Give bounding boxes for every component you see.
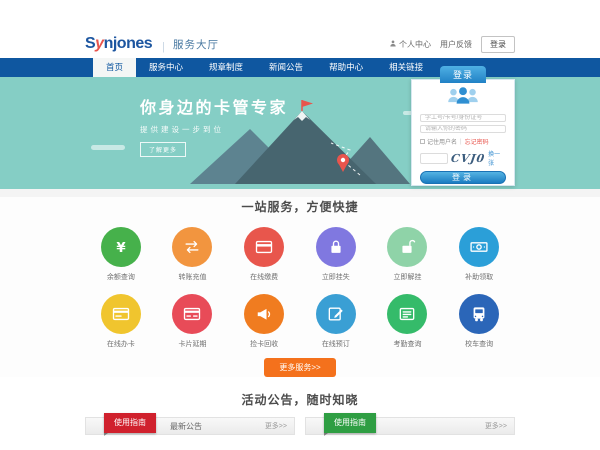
captcha-image: CVJ0 xyxy=(450,152,486,165)
service-item[interactable]: 补助领取 xyxy=(443,227,515,282)
yuan-icon: ¥ xyxy=(101,227,141,267)
nav-item-0[interactable]: 首页 xyxy=(93,58,136,77)
service-label: 校车查询 xyxy=(465,339,493,349)
service-label: 在线缴费 xyxy=(250,272,278,282)
service-item[interactable]: 卡片延期 xyxy=(157,294,229,349)
panel-tab-bar: 使用指南 更多>> xyxy=(305,417,515,435)
top-header: Synjones | 服务大厅 个人中心 用户反馈 登录 xyxy=(0,0,600,58)
service-item[interactable]: 立即挂失 xyxy=(300,227,372,282)
service-label: 在线预订 xyxy=(322,339,350,349)
captcha-input[interactable] xyxy=(420,153,448,164)
username-input[interactable] xyxy=(420,114,506,122)
section-divider xyxy=(0,189,600,197)
mountains-illustration xyxy=(180,99,410,189)
credit-card-icon xyxy=(244,227,284,267)
logo[interactable]: Synjones xyxy=(85,35,152,53)
nav-item-5[interactable]: 相关链接 xyxy=(376,58,436,77)
remember-label: 记住用户名 xyxy=(427,137,457,146)
user-icon xyxy=(389,39,397,50)
service-label: 卡片延期 xyxy=(178,339,206,349)
svg-text:¥: ¥ xyxy=(116,241,126,256)
logo-divider: | xyxy=(162,41,165,53)
service-label: 立即解挂 xyxy=(393,272,421,282)
cloud-decoration xyxy=(91,145,125,150)
service-item[interactable]: 在线缴费 xyxy=(228,227,300,282)
hero-banner: 你身边的卡管专家 提供建设一步到位 了解更多 xyxy=(0,77,600,189)
edit-icon xyxy=(316,294,356,334)
panel-tab-bar: 使用指南 最新公告 更多>> xyxy=(85,417,295,435)
tab-usage-guide[interactable]: 使用指南 xyxy=(324,413,376,433)
card-apply-icon xyxy=(101,294,141,334)
login-panel: 登录 记住用户名 | 忘记密码 xyxy=(411,79,515,186)
login-submit-button[interactable]: 登录 xyxy=(420,171,506,184)
service-label: 考勤查询 xyxy=(393,339,421,349)
tab-usage-guide[interactable]: 使用指南 xyxy=(104,413,156,433)
nav-item-3[interactable]: 新闻公告 xyxy=(256,58,316,77)
users-group-icon xyxy=(420,85,506,111)
login-tab[interactable]: 登录 xyxy=(440,66,486,83)
transfer-arrows-icon xyxy=(172,227,212,267)
user-feedback-link[interactable]: 用户反馈 xyxy=(440,39,472,50)
remember-checkbox[interactable] xyxy=(420,139,425,144)
lock-icon xyxy=(316,227,356,267)
service-label: 立即挂失 xyxy=(322,272,350,282)
megaphone-icon xyxy=(244,294,284,334)
attendance-icon xyxy=(387,294,427,334)
more-services-button[interactable]: 更多服务>> xyxy=(264,358,335,377)
service-item[interactable]: 在线预订 xyxy=(300,294,372,349)
banknote-icon xyxy=(459,227,499,267)
service-item[interactable]: 立即解挂 xyxy=(372,227,444,282)
user-center-link[interactable]: 个人中心 xyxy=(389,39,431,50)
service-label: 捡卡回收 xyxy=(250,339,278,349)
service-label: 补助领取 xyxy=(465,272,493,282)
bus-icon xyxy=(459,294,499,334)
service-label: 转账充值 xyxy=(178,272,206,282)
more-link-left[interactable]: 更多>> xyxy=(265,421,287,431)
header-login-button[interactable]: 登录 xyxy=(481,36,515,53)
service-item[interactable]: 转账充值 xyxy=(157,227,229,282)
main-nav: 首页服务中心规章制度新闻公告帮助中心相关链接 xyxy=(0,58,600,77)
services-title: 一站服务，方便快捷 xyxy=(0,197,600,215)
nav-item-2[interactable]: 规章制度 xyxy=(196,58,256,77)
service-item[interactable]: 捡卡回收 xyxy=(228,294,300,349)
password-input[interactable] xyxy=(420,125,506,133)
service-label: 在线办卡 xyxy=(107,339,135,349)
captcha-refresh-link[interactable]: 换一张 xyxy=(488,149,506,167)
service-item[interactable]: 校车查询 xyxy=(443,294,515,349)
forgot-password-link[interactable]: 忘记密码 xyxy=(465,137,489,146)
logo-text: S xyxy=(85,35,95,52)
service-label: 余额查询 xyxy=(107,272,135,282)
more-link-right[interactable]: 更多>> xyxy=(485,421,507,431)
service-hall-page: Synjones | 服务大厅 个人中心 用户反馈 登录 首页服务中心规章制度新… xyxy=(0,0,600,450)
guide-panel-left: 使用指南 最新公告 更多>> xyxy=(85,417,295,450)
services-section: 一站服务，方便快捷 ¥ 余额查询 转账充值 在线缴费 立即挂失 立即解挂 补助领… xyxy=(0,197,600,377)
announcements-section: 活动公告，随时知晓 使用指南 最新公告 更多>> 使用指南 更多>> xyxy=(0,377,600,450)
announcements-title: 活动公告，随时知晓 xyxy=(0,390,600,408)
site-tagline: 服务大厅 xyxy=(173,37,219,53)
service-item[interactable]: ¥ 余额查询 xyxy=(85,227,157,282)
service-item[interactable]: 考勤查询 xyxy=(372,294,444,349)
guide-panel-right: 使用指南 更多>> xyxy=(305,417,515,450)
panel-content-right xyxy=(305,435,515,450)
nav-item-4[interactable]: 帮助中心 xyxy=(316,58,376,77)
nav-item-1[interactable]: 服务中心 xyxy=(136,58,196,77)
logo-accent: y xyxy=(95,35,103,52)
service-item[interactable]: 在线办卡 xyxy=(85,294,157,349)
card-renew-icon xyxy=(172,294,212,334)
logo-text-suffix: njones xyxy=(104,35,153,52)
tab-latest-announcements[interactable]: 最新公告 xyxy=(170,421,202,432)
panel-content-left xyxy=(85,435,295,450)
unlock-icon xyxy=(387,227,427,267)
